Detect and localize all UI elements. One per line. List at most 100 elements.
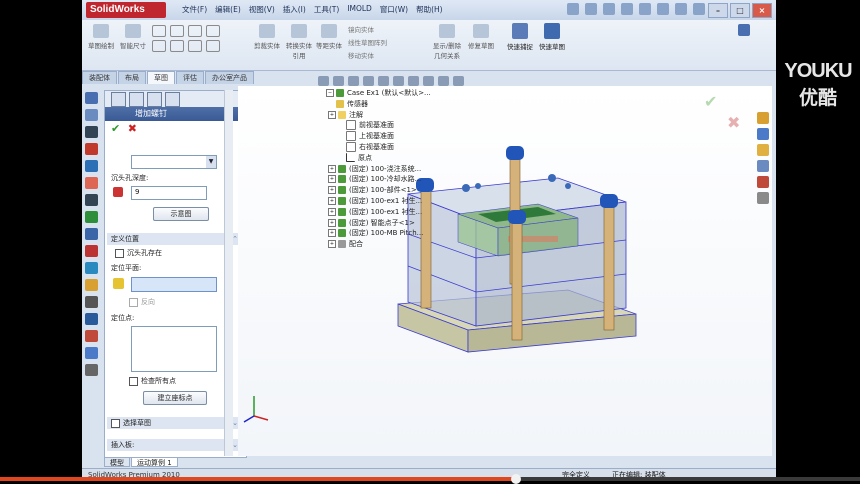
feature-manager-icon[interactable] bbox=[111, 92, 126, 107]
appearances-icon[interactable] bbox=[757, 176, 769, 188]
previous-view-icon[interactable] bbox=[348, 76, 359, 86]
menu-imold[interactable]: IMOLD bbox=[347, 4, 372, 15]
line-icon[interactable] bbox=[152, 25, 166, 37]
check-all-points-checkbox[interactable]: 检查所有点 bbox=[129, 376, 176, 386]
tree-item[interactable]: 前视基准面 bbox=[326, 120, 431, 131]
property-manager-icon[interactable] bbox=[129, 92, 144, 107]
trim-button[interactable]: 剪裁实体 bbox=[252, 24, 282, 50]
depth-input[interactable]: 9 bbox=[131, 186, 207, 200]
imold-screw-icon[interactable] bbox=[85, 262, 98, 274]
countersink-checkbox[interactable]: 沉头孔存在 bbox=[115, 248, 162, 258]
imold-tools-icon[interactable] bbox=[85, 330, 98, 342]
tree-item[interactable]: + (固定) 100-MB Pitch... bbox=[326, 228, 431, 239]
tree-item[interactable]: 右视基准面 bbox=[326, 141, 431, 153]
insert-plate-section[interactable]: 插入板: ⌄ bbox=[107, 439, 242, 451]
menu-insert[interactable]: 插入(I) bbox=[283, 4, 306, 15]
tree-item[interactable]: 传感器 bbox=[326, 99, 431, 110]
help-icon[interactable] bbox=[738, 24, 750, 36]
display-relations-button[interactable]: 显示/删除几何关系 bbox=[432, 24, 462, 60]
imold-ejector-icon[interactable] bbox=[85, 211, 98, 223]
tab-evaluate[interactable]: 评估 bbox=[176, 71, 204, 84]
imold-view-icon[interactable] bbox=[85, 347, 98, 359]
imold-standard-icon[interactable] bbox=[85, 279, 98, 291]
zoom-area-icon[interactable] bbox=[333, 76, 344, 86]
tree-item[interactable]: + 配合 bbox=[326, 239, 431, 250]
circle-icon[interactable] bbox=[170, 25, 184, 37]
plane-selection-box[interactable] bbox=[131, 277, 217, 292]
imold-bom-icon[interactable] bbox=[85, 296, 98, 308]
tab-sketch[interactable]: 草图 bbox=[147, 71, 175, 84]
points-list[interactable] bbox=[131, 326, 217, 372]
rectangle-icon[interactable] bbox=[152, 40, 166, 52]
point-icon[interactable] bbox=[206, 25, 220, 37]
tab-motion-study[interactable]: 运动算例 1 bbox=[131, 457, 178, 467]
video-progress-knob[interactable] bbox=[511, 474, 521, 484]
quick-snaps-button[interactable]: 快速捕捉 bbox=[507, 23, 533, 51]
open-icon[interactable] bbox=[585, 3, 597, 15]
menu-window[interactable]: 窗口(W) bbox=[380, 4, 408, 15]
smart-dimension-button[interactable]: 智能尺寸 bbox=[118, 24, 148, 50]
design-library-icon[interactable] bbox=[757, 128, 769, 140]
sketch-button[interactable]: 草图绘制 bbox=[86, 24, 116, 50]
undo-icon[interactable] bbox=[639, 3, 651, 15]
imold-drawing-icon[interactable] bbox=[85, 313, 98, 325]
cancel-button[interactable]: ✖ bbox=[128, 122, 137, 135]
tree-item[interactable]: + (固定) 100-冷却水路... bbox=[326, 174, 431, 185]
imold-cooling-icon[interactable] bbox=[85, 194, 98, 206]
menu-view[interactable]: 视图(V) bbox=[249, 4, 275, 15]
imold-lifter-icon[interactable] bbox=[85, 245, 98, 257]
repair-sketch-button[interactable]: 修复草图 bbox=[466, 24, 496, 50]
zoom-fit-icon[interactable] bbox=[318, 76, 329, 86]
custom-properties-icon[interactable] bbox=[757, 192, 769, 204]
resources-icon[interactable] bbox=[757, 112, 769, 124]
imold-slider-icon[interactable] bbox=[85, 228, 98, 240]
edit-appearance-icon[interactable] bbox=[423, 76, 434, 86]
display-manager-icon[interactable] bbox=[165, 92, 180, 107]
solidworks-logo[interactable]: SolidWorks bbox=[86, 2, 166, 18]
convert-entities-button[interactable]: 转换实体引用 bbox=[284, 24, 314, 60]
arc-icon[interactable] bbox=[188, 40, 202, 52]
view-palette-icon[interactable] bbox=[757, 160, 769, 172]
menu-edit[interactable]: 编辑(E) bbox=[215, 4, 241, 15]
offset-entities-button[interactable]: 等距实体 bbox=[314, 24, 344, 50]
tree-item[interactable]: + (固定) 100-浇注系统... bbox=[326, 164, 431, 175]
imold-data-icon[interactable] bbox=[85, 109, 98, 121]
section-view-icon[interactable] bbox=[363, 76, 374, 86]
reverse-checkbox[interactable]: 反向 bbox=[129, 297, 155, 307]
imold-save-icon[interactable] bbox=[85, 126, 98, 138]
linear-pattern-item[interactable]: 线性草图阵列 bbox=[348, 37, 387, 50]
pm-scrollbar[interactable] bbox=[224, 90, 233, 456]
tree-item[interactable]: 上视基准面 bbox=[326, 131, 431, 142]
configuration-manager-icon[interactable] bbox=[147, 92, 162, 107]
imold-feed-icon[interactable] bbox=[85, 177, 98, 189]
options-icon[interactable] bbox=[693, 3, 705, 15]
tree-item[interactable]: + (固定) 智能点子<1> bbox=[326, 218, 431, 229]
imold-settings-icon[interactable] bbox=[85, 364, 98, 376]
minimize-button[interactable]: – bbox=[708, 3, 728, 18]
imold-layout-icon[interactable] bbox=[85, 143, 98, 155]
select-icon[interactable] bbox=[657, 3, 669, 15]
define-position-section[interactable]: 定义位置 ⌃ bbox=[107, 233, 242, 245]
confirm-corner-ok-icon[interactable]: ✔ bbox=[704, 92, 717, 111]
text-icon[interactable] bbox=[206, 40, 220, 52]
tree-item[interactable]: 原点 bbox=[326, 153, 431, 164]
print-icon[interactable] bbox=[621, 3, 633, 15]
move-entities-item[interactable]: 移动实体 bbox=[348, 50, 387, 63]
video-progress-bar[interactable] bbox=[0, 474, 860, 484]
spline-icon[interactable] bbox=[188, 25, 202, 37]
tab-assembly[interactable]: 装配体 bbox=[82, 71, 117, 84]
close-button[interactable]: × bbox=[752, 3, 772, 18]
menu-file[interactable]: 文件(F) bbox=[182, 4, 207, 15]
tree-root[interactable]: − Case Ex1 (默认<默认>... bbox=[326, 88, 431, 99]
display-style-icon[interactable] bbox=[393, 76, 404, 86]
tab-layout[interactable]: 布局 bbox=[118, 71, 146, 84]
hide-show-icon[interactable] bbox=[408, 76, 419, 86]
mold-assembly-model[interactable] bbox=[238, 86, 772, 456]
ok-button[interactable]: ✔ bbox=[111, 122, 120, 135]
polygon-icon[interactable] bbox=[170, 40, 184, 52]
tree-item[interactable]: + (固定) 100-ex1 衬生... bbox=[326, 207, 431, 218]
maximize-button[interactable]: □ bbox=[730, 3, 750, 18]
view-orientation-icon[interactable] bbox=[378, 76, 389, 86]
view-settings-icon[interactable] bbox=[453, 76, 464, 86]
graphics-area[interactable] bbox=[238, 86, 772, 456]
